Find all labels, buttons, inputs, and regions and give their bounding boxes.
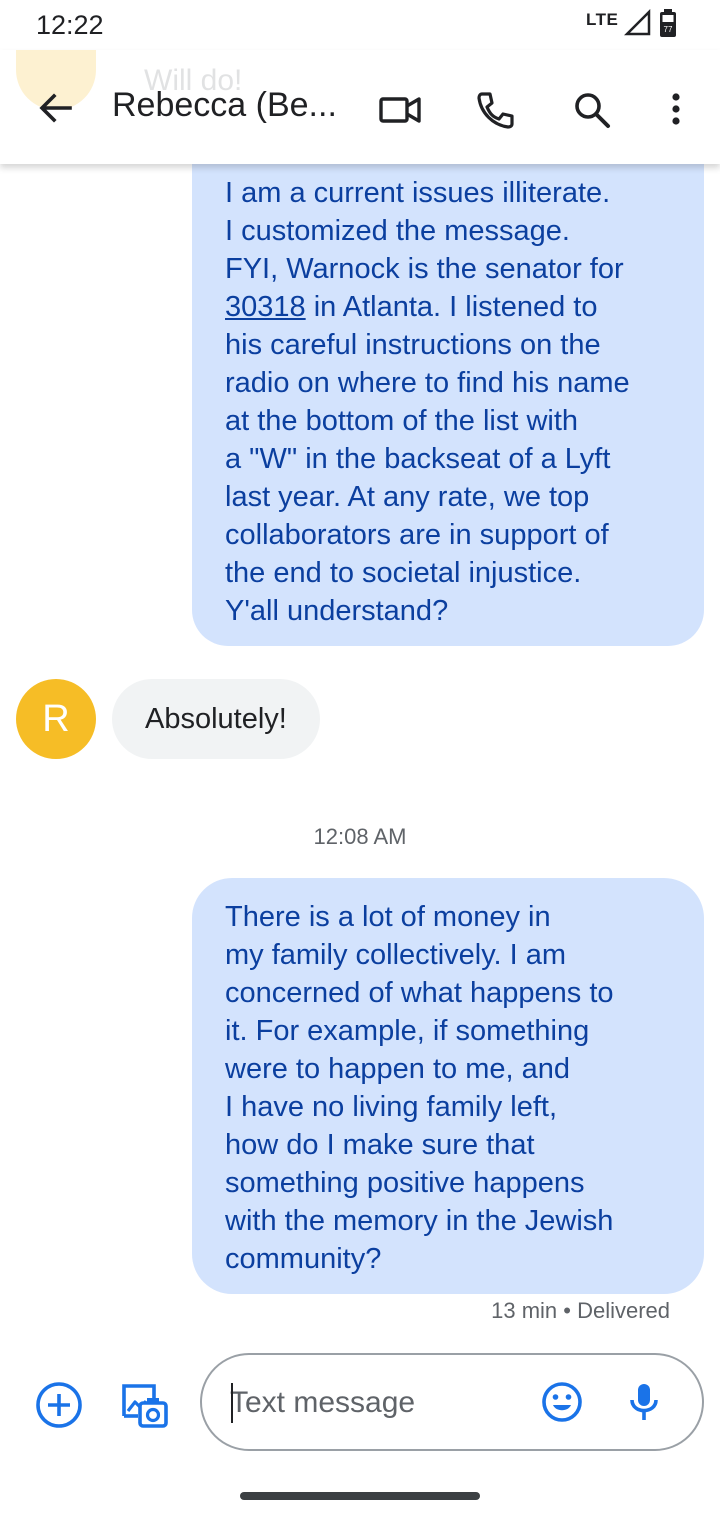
message-timestamp: 12:08 AM bbox=[313, 824, 407, 849]
video-call-icon bbox=[376, 86, 424, 134]
message-line: it. For example, if something bbox=[225, 1015, 590, 1047]
phone-call-button[interactable] bbox=[472, 86, 520, 134]
message-line-text: in Atlanta. I listened to bbox=[305, 291, 598, 323]
battery-icon: 77 bbox=[658, 8, 678, 38]
svg-text:77: 77 bbox=[664, 25, 673, 34]
contact-avatar[interactable]: R bbox=[16, 679, 96, 759]
message-composer[interactable] bbox=[200, 1353, 704, 1451]
outgoing-message-bubble[interactable]: I am a current issues illiterate. I cust… bbox=[192, 140, 704, 646]
incoming-message-bubble[interactable]: Absolutely! bbox=[112, 679, 320, 759]
message-line: FYI, Warnock is the senator for bbox=[225, 253, 624, 285]
more-vert-icon bbox=[652, 86, 700, 134]
status-time: 12:22 bbox=[36, 10, 104, 40]
message-line: I customized the message. bbox=[225, 215, 570, 247]
message-line: concerned of what happens to bbox=[225, 977, 614, 1009]
microphone-icon bbox=[622, 1380, 666, 1424]
message-line: a "W" in the backseat of a Lyft bbox=[225, 443, 611, 475]
message-line: were to happen to me, and bbox=[225, 1053, 571, 1085]
network-type: LTE bbox=[586, 10, 619, 29]
contact-title[interactable]: Rebecca (Be... bbox=[112, 86, 337, 125]
delivery-status: 13 min • Delivered bbox=[491, 1298, 670, 1323]
text-cursor bbox=[231, 1383, 233, 1423]
message-line: 30318 in Atlanta. I listened to bbox=[225, 288, 674, 326]
signal-icon bbox=[624, 9, 652, 37]
add-attachment-button[interactable] bbox=[34, 1380, 84, 1430]
status-bar: 12:22 LTE 77 bbox=[0, 0, 720, 50]
message-line: I am a current issues illiterate. bbox=[225, 177, 611, 209]
gallery-button[interactable] bbox=[116, 1378, 170, 1432]
message-line: radio on where to find his name bbox=[225, 367, 630, 399]
message-line: I have no living family left, bbox=[225, 1091, 558, 1123]
emoji-icon bbox=[540, 1380, 584, 1424]
app-bar: Will do! Rebecca (Be... bbox=[0, 50, 720, 164]
status-icons: LTE 77 bbox=[586, 8, 678, 38]
message-line: something positive happens bbox=[225, 1167, 585, 1199]
voice-input-button[interactable] bbox=[622, 1380, 666, 1424]
message-line: collaborators are in support of bbox=[225, 519, 609, 551]
message-line: the end to societal injustice. bbox=[225, 557, 582, 589]
phone-icon bbox=[472, 86, 520, 134]
back-button[interactable] bbox=[32, 84, 80, 132]
more-options-button[interactable] bbox=[652, 86, 700, 134]
message-line: with the memory in the Jewish bbox=[225, 1205, 614, 1237]
message-line: last year. At any rate, we top bbox=[225, 481, 590, 513]
gallery-camera-icon bbox=[116, 1378, 170, 1432]
message-line: community? bbox=[225, 1243, 382, 1275]
message-line: at the bottom of the list with bbox=[225, 405, 579, 437]
message-line: my family collectively. I am bbox=[225, 939, 567, 971]
search-button[interactable] bbox=[568, 86, 616, 134]
message-text: Absolutely! bbox=[145, 702, 287, 735]
text-message-input[interactable] bbox=[230, 1381, 520, 1425]
back-arrow-icon bbox=[32, 84, 80, 132]
add-circle-icon bbox=[34, 1380, 84, 1430]
message-line: Y'all understand? bbox=[225, 595, 449, 627]
zip-code-link[interactable]: 30318 bbox=[225, 291, 306, 323]
message-line: There is a lot of money in bbox=[225, 901, 551, 933]
home-indicator[interactable] bbox=[240, 1492, 480, 1500]
video-call-button[interactable] bbox=[376, 86, 424, 134]
message-line: how do I make sure that bbox=[225, 1129, 535, 1161]
search-icon bbox=[568, 86, 616, 134]
outgoing-message-bubble[interactable]: There is a lot of money in my family col… bbox=[192, 878, 704, 1294]
message-line: his careful instructions on the bbox=[225, 329, 601, 361]
emoji-button[interactable] bbox=[540, 1380, 584, 1424]
